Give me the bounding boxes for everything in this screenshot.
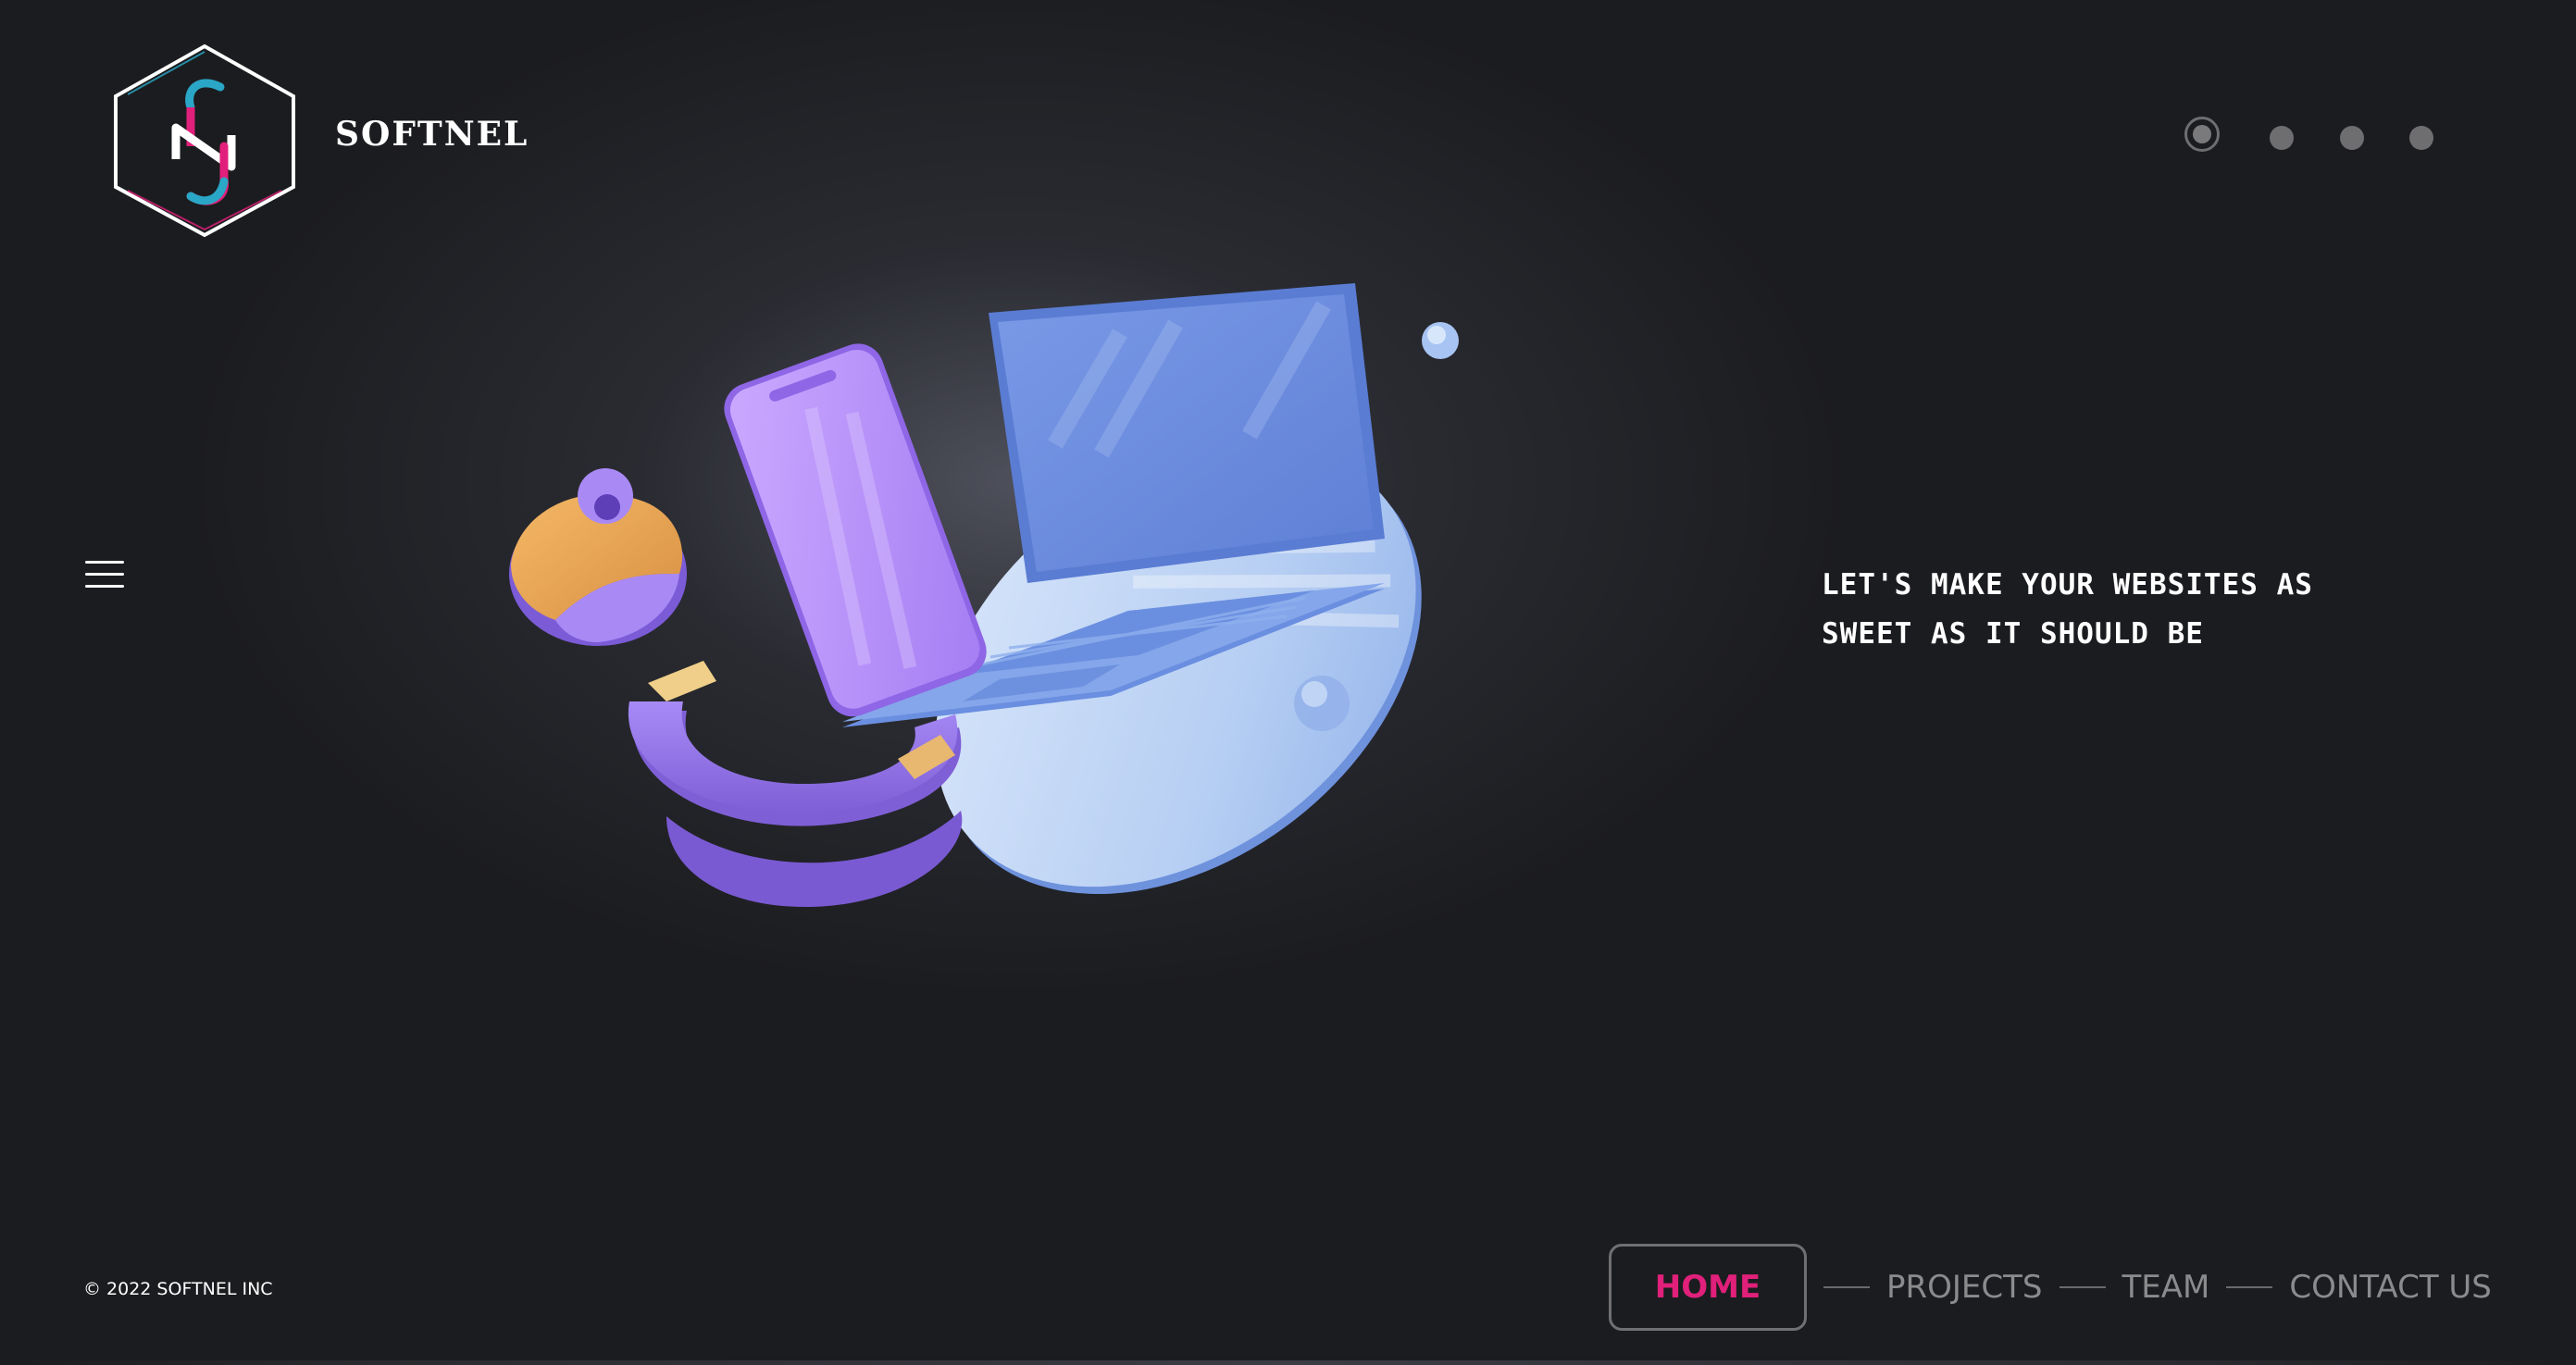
home-page: SOFTNEL LET'S MAKE YOUR WEBSITES AS SWEE… [0,0,2576,1365]
3d-devices-illustration [491,268,1546,953]
hero-tagline: LET'S MAKE YOUR WEBSITES AS SWEET AS IT … [1822,561,2414,659]
footer-nav: HOME PROJECTS TEAM CONTACT US [1609,1244,2534,1331]
tagline-line-2: SWEET AS IT SHOULD BE [1822,617,2204,651]
copyright-text: © 2022 SOFTNEL INC [83,1279,273,1299]
nav-contact-link[interactable]: CONTACT US [2289,1269,2492,1306]
nav-separator [2226,1286,2273,1288]
nav-team-link[interactable]: TEAM [2122,1269,2210,1306]
bottom-divider [0,1360,2576,1365]
slide-pager [2184,117,2444,159]
tagline-line-1: LET'S MAKE YOUR WEBSITES AS [1822,568,2313,602]
slide-dot-1[interactable] [2184,117,2220,152]
softnel-logo-icon[interactable] [109,43,300,239]
nav-projects-link[interactable]: PROJECTS [1886,1269,2043,1306]
slide-dot-4[interactable] [2409,126,2433,150]
brand-name: SOFTNEL [335,115,529,154]
slide-dot-2[interactable] [2270,126,2294,150]
nav-separator [1823,1286,1870,1288]
slide-dot-3[interactable] [2340,126,2364,150]
nav-separator [2059,1286,2106,1288]
hamburger-menu-icon[interactable] [85,559,124,590]
nav-home-button[interactable]: HOME [1609,1244,1807,1331]
